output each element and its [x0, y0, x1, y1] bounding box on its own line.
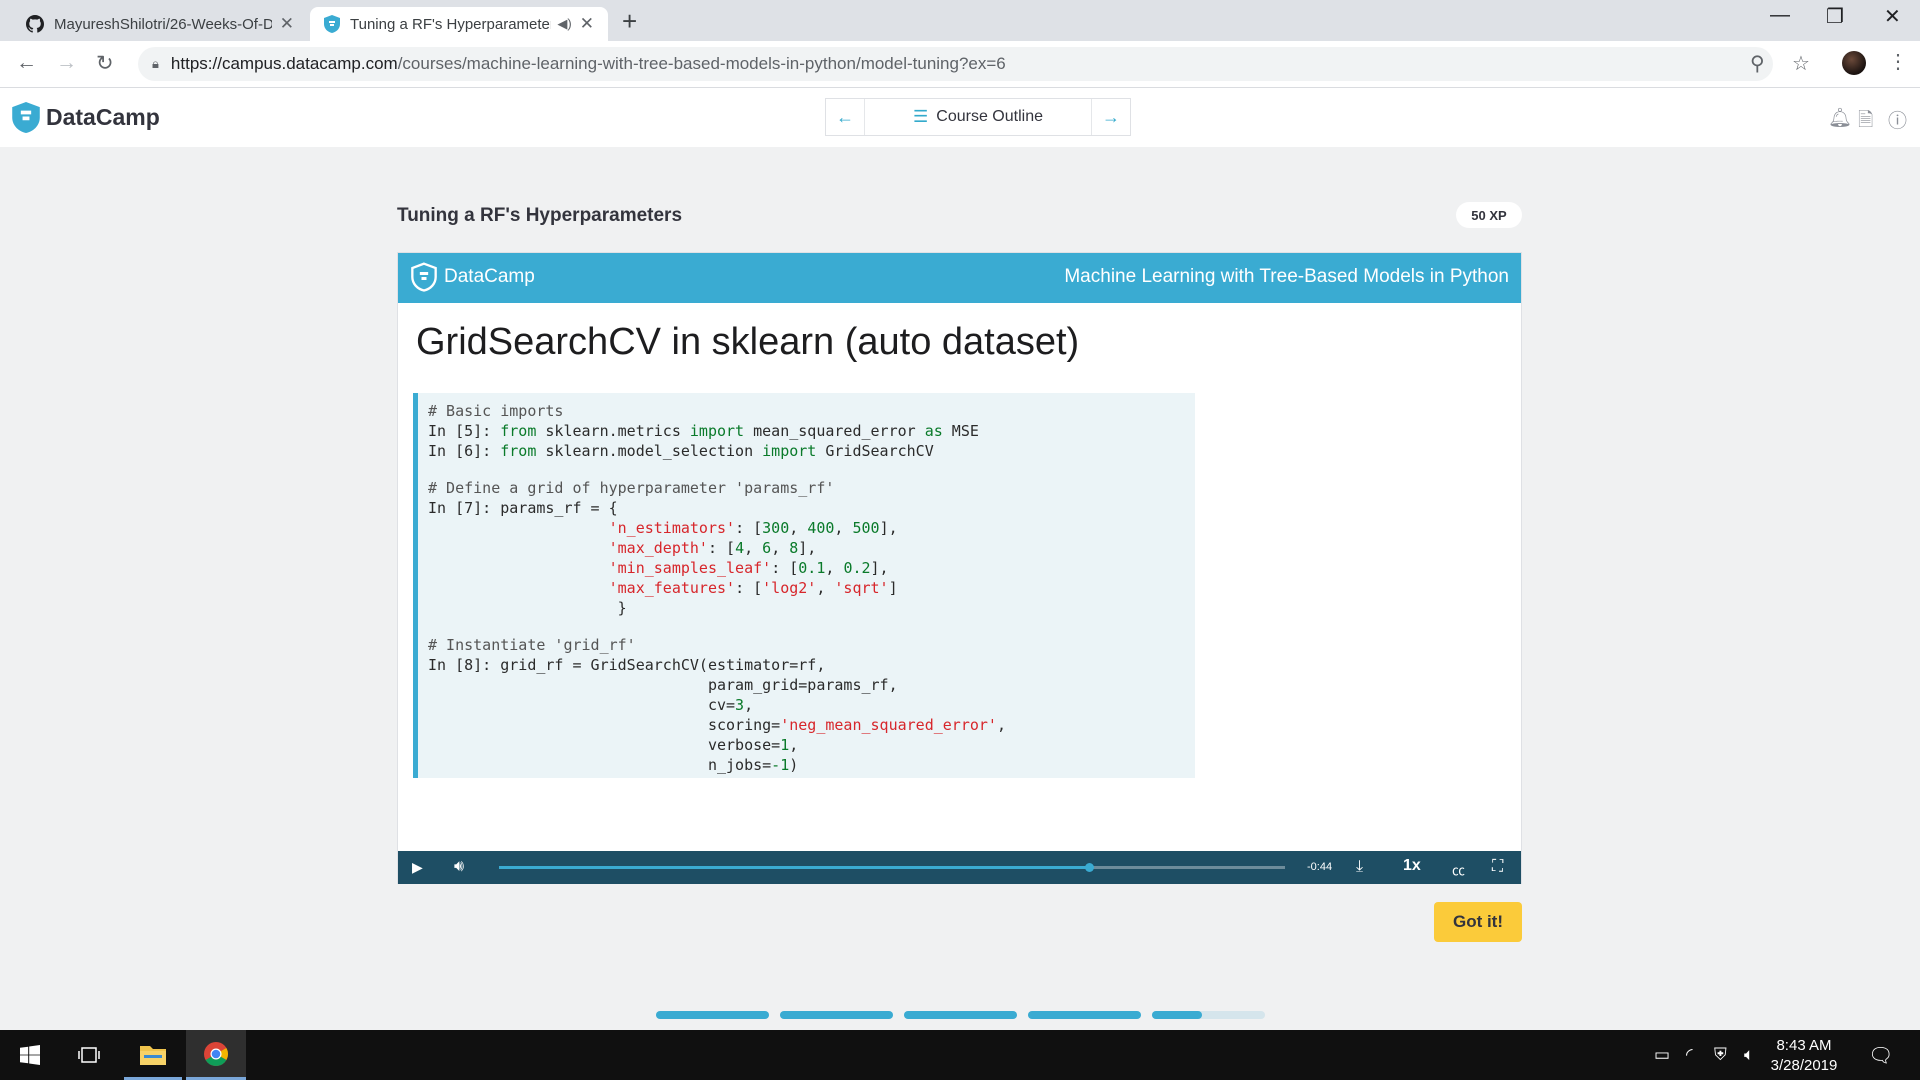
security-shield-icon[interactable]: ⛨ — [1714, 1045, 1727, 1065]
close-tab-icon[interactable]: ✕ — [280, 14, 294, 34]
tab-github[interactable]: MayureshShilotri/26-Weeks-Of-Data-Scienc… — [12, 7, 308, 41]
code-line: In [8]: grid_rf = GridSearchCV(estimator… — [428, 656, 826, 674]
code-comment: # Define a grid of hyperparameter 'param… — [428, 479, 835, 497]
code-line: In [5]: from sklearn.metrics import mean… — [428, 422, 979, 440]
report-issue-icon[interactable]: ⓘ — [1888, 106, 1907, 133]
code-line: 'max_depth': [4, 6, 8], — [608, 539, 817, 557]
datacamp-shield-icon — [12, 102, 40, 133]
exercise-progress-segment — [656, 1011, 769, 1019]
logo-text: DataCamp — [46, 104, 160, 130]
browser-tab-strip: MayureshShilotri/26-Weeks-Of-Data-Scienc… — [0, 0, 1920, 41]
action-center-icon[interactable]: 🗨︎ — [1868, 1043, 1893, 1068]
battery-icon[interactable]: ▭ — [1654, 1045, 1670, 1065]
slide-title: GridSearchCV in sklearn (auto dataset) — [416, 321, 1080, 363]
playback-speed-button[interactable]: 1x — [1403, 857, 1421, 875]
code-line: param_grid=params_rf, — [428, 676, 898, 694]
play-icon[interactable]: ▶ — [412, 859, 423, 876]
slide-logo-text: DataCamp — [444, 266, 535, 287]
video-player[interactable]: DataCamp Machine Learning with Tree-Base… — [397, 252, 1522, 884]
code-line: scoring='neg_mean_squared_error', — [428, 716, 1006, 734]
github-icon — [26, 15, 44, 33]
code-line: 'max_features': ['log2', 'sqrt'] — [608, 579, 898, 597]
code-line: verbose=1, — [428, 736, 799, 754]
reload-icon[interactable]: ↻ — [96, 51, 114, 76]
os-taskbar: ▭ ◜ ⛨ 🔈︎ 8:43 AM 3/28/2019 🗨︎ — [0, 1030, 1920, 1080]
video-progress-bar[interactable] — [499, 863, 1285, 872]
code-line: 'n_estimators': [300, 400, 500], — [608, 519, 898, 537]
forward-icon[interactable]: → — [56, 51, 77, 75]
file-explorer-icon[interactable] — [124, 1030, 182, 1080]
address-bar[interactable]: 🔒︎ https://campus.datacamp.com/courses/m… — [138, 47, 1773, 81]
slide-logo: DataCamp — [410, 262, 535, 292]
exercise-progress-segment — [780, 1011, 893, 1019]
wifi-icon[interactable]: ◜ — [1686, 1045, 1693, 1065]
code-line: } — [428, 599, 627, 617]
fullscreen-icon[interactable]: ⛶ — [1492, 858, 1503, 876]
browser-toolbar: ← → ↻ 🔒︎ https://campus.datacamp.com/cou… — [0, 41, 1920, 88]
video-controls: ▶ 🔊︎ -0:44 ⤓ 1x ㏄ ⛶ — [398, 851, 1521, 884]
notification-bell-icon[interactable]: 🔔︎ — [1828, 106, 1852, 130]
volume-tray-icon[interactable]: 🔈︎ — [1744, 1045, 1754, 1065]
course-navigation: ← ☰ Course Outline → — [825, 98, 1131, 136]
minimize-icon[interactable]: — — [1770, 4, 1790, 27]
hamburger-icon: ☰ — [913, 107, 929, 126]
tab-title: Tuning a RF's Hyperparameters — [350, 15, 552, 33]
exercise-progress-segment — [904, 1011, 1017, 1019]
code-line: cv=3, — [428, 696, 754, 714]
speaker-icon[interactable]: ◀) — [557, 16, 571, 32]
windows-start-icon[interactable] — [0, 1030, 60, 1080]
next-exercise-button[interactable]: → — [1092, 99, 1130, 135]
exercise-progress-segment — [1028, 1011, 1141, 1019]
site-header: DataCamp ← ☰ Course Outline → 🔔︎ 🗎 ⓘ — [0, 88, 1920, 147]
pdf-slides-icon[interactable]: 🗎 — [1858, 106, 1873, 138]
close-tab-icon[interactable]: ✕ — [580, 14, 594, 34]
tab-datacamp[interactable]: Tuning a RF's Hyperparameters ◀) ✕ — [310, 7, 608, 41]
restore-icon[interactable]: ❐ — [1826, 4, 1844, 29]
xp-badge: 50 XP — [1456, 202, 1522, 228]
url-path: /courses/machine-learning-with-tree-base… — [397, 54, 1006, 73]
previous-exercise-button[interactable]: ← — [826, 99, 864, 135]
bookmark-star-icon[interactable]: ☆ — [1792, 51, 1810, 76]
code-line: In [6]: from sklearn.model_selection imp… — [428, 442, 934, 460]
download-icon[interactable]: ⤓ — [1356, 858, 1363, 876]
code-comment: # Instantiate 'grid_rf' — [428, 636, 636, 654]
exercise-title: Tuning a RF's Hyperparameters — [397, 205, 683, 226]
back-icon[interactable]: ← — [16, 51, 37, 75]
zoom-icon[interactable]: ⚲ — [1750, 51, 1765, 76]
got-it-button[interactable]: Got it! — [1434, 902, 1522, 942]
progress-handle[interactable] — [1084, 863, 1094, 872]
slide-banner: DataCamp Machine Learning with Tree-Base… — [398, 253, 1521, 303]
clock-date: 3/28/2019 — [1770, 1057, 1838, 1074]
course-outline-label: Course Outline — [936, 108, 1043, 125]
slide-course-name: Machine Learning with Tree-Based Models … — [1064, 266, 1509, 287]
datacamp-logo[interactable]: DataCamp — [12, 102, 160, 133]
chrome-icon[interactable] — [186, 1030, 246, 1080]
course-outline-button[interactable]: ☰ Course Outline — [864, 99, 1092, 135]
lock-icon: 🔒︎ — [152, 56, 159, 71]
exercise-progress-current — [1152, 1011, 1202, 1019]
datacamp-shield-icon — [324, 15, 340, 33]
clock-time: 8:43 AM — [1776, 1037, 1832, 1054]
menu-kebab-icon[interactable]: ⋮ — [1888, 49, 1908, 74]
time-remaining: -0:44 — [1307, 861, 1333, 873]
system-clock[interactable]: 8:43 AM 3/28/2019 — [1760, 1036, 1848, 1076]
tab-title: MayureshShilotri/26-Weeks-Of-Data-Scienc… — [54, 15, 272, 33]
datacamp-shield-icon — [411, 262, 437, 292]
task-view-icon[interactable] — [62, 1030, 116, 1080]
code-line: 'min_samples_leaf': [0.1, 0.2], — [608, 559, 889, 577]
volume-icon[interactable]: 🔊︎ — [454, 858, 464, 876]
code-line: In [7]: params_rf = { — [428, 499, 618, 517]
close-window-icon[interactable]: ✕ — [1884, 4, 1901, 29]
progress-fill — [499, 866, 1089, 869]
code-line: n_jobs=-1) — [428, 756, 799, 774]
captions-icon[interactable]: ㏄ — [1452, 860, 1465, 879]
avatar[interactable] — [1842, 51, 1866, 75]
new-tab-button[interactable]: + — [622, 6, 637, 37]
code-block: # Basic imports In [5]: from sklearn.met… — [413, 393, 1195, 778]
url-host: https://campus.datacamp.com — [170, 54, 398, 73]
code-comment: # Basic imports — [428, 402, 564, 420]
